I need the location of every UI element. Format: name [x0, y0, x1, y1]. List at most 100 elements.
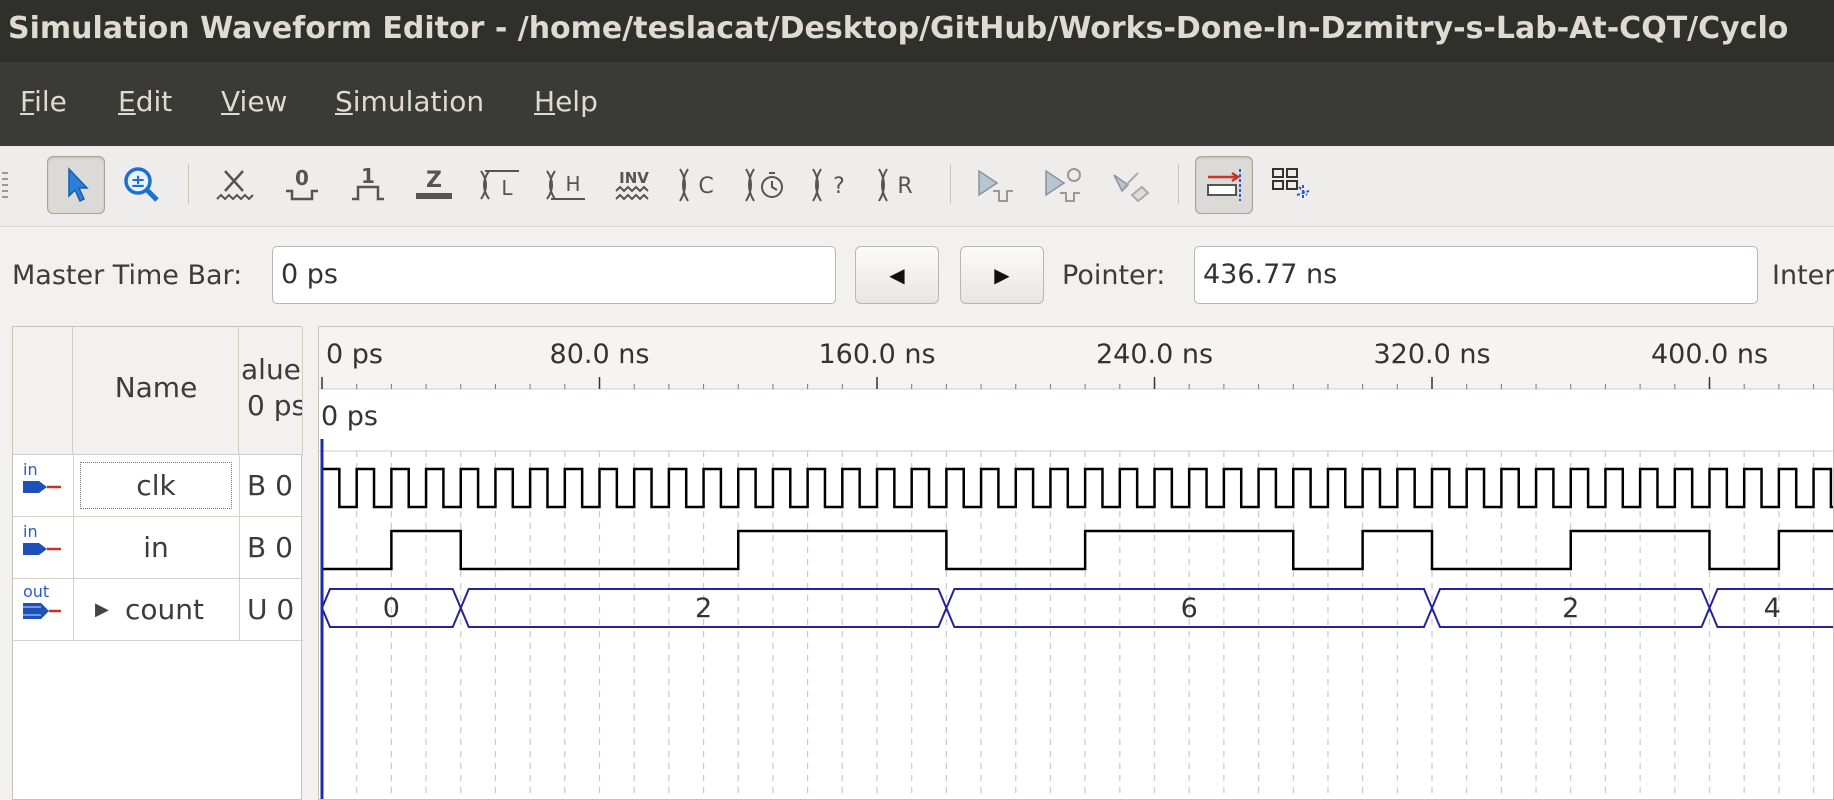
- toolbar-separator: [188, 164, 189, 204]
- output-bus-icon: out: [19, 579, 69, 640]
- signal-name: count: [125, 593, 204, 626]
- forcing-unknown-button[interactable]: [206, 156, 264, 214]
- waveform-canvas[interactable]: 0 ps 80.0 ns 160.0 ns 240.0 ns 320.0 ns 400.0…: [319, 327, 1834, 800]
- generate-netlist-icon: [1113, 172, 1150, 203]
- count-bus-value: 4: [1764, 593, 1781, 624]
- arbitrary-value-icon: R: [878, 168, 913, 202]
- invert-button[interactable]: INV: [605, 156, 663, 214]
- svg-text:0: 0: [295, 166, 309, 190]
- run-timing-simulation-button[interactable]: [1035, 156, 1093, 214]
- signal-row-in[interactable]: in in B 0: [13, 517, 303, 579]
- arrow-right-icon: ▶: [994, 263, 1010, 287]
- svg-text:Z: Z: [426, 168, 442, 193]
- toolbar-grip[interactable]: [2, 172, 8, 198]
- selection-tool-button[interactable]: [47, 156, 105, 214]
- pointer-field[interactable]: 436.77 ns: [1194, 246, 1758, 304]
- master-time-bar-label: Master Time Bar:: [12, 260, 243, 291]
- signal-name: in: [143, 531, 169, 564]
- svg-text:in: in: [23, 522, 38, 541]
- ruler-tick-label: 320.0 ns: [1373, 339, 1490, 370]
- signal-name: clk: [73, 455, 239, 516]
- header-name-label: Name: [114, 371, 198, 404]
- header-value-time: 0 ps: [247, 389, 303, 422]
- signal-row-count[interactable]: out ▶ count U 0: [13, 579, 303, 641]
- time-bar: Master Time Bar: 0 ps ◀ ▶ Pointer: 436.7…: [0, 226, 1834, 326]
- ruler-tick-label: 240.0 ns: [1096, 339, 1213, 370]
- svg-text:R: R: [897, 174, 912, 199]
- svg-text:±: ±: [130, 171, 145, 192]
- forcing-low-button[interactable]: 0: [273, 156, 331, 214]
- waveform-pane[interactable]: 0 ps 80.0 ns 160.0 ns 240.0 ns 320.0 ns 400.0…: [318, 326, 1834, 800]
- zoom-tool-button[interactable]: ±: [113, 156, 171, 214]
- cursor-time-label: 0 ps: [321, 401, 378, 432]
- next-transition-button[interactable]: ▶: [960, 246, 1044, 304]
- arrow-left-icon: ◀: [889, 263, 905, 287]
- forcing-low-icon: 0: [286, 166, 318, 201]
- menu-view[interactable]: View: [221, 82, 287, 122]
- svg-text:INV: INV: [619, 169, 649, 187]
- signal-list: Name alue 0 ps in clk B 0 in in B 0 out …: [12, 326, 303, 800]
- clk-waveform[interactable]: [320, 467, 1834, 509]
- group-icon: [1272, 168, 1310, 199]
- menu-bar: File Edit View Simulation Help: [0, 62, 1834, 146]
- svg-text:?: ?: [833, 174, 845, 199]
- count-bus-value: 6: [1181, 593, 1198, 624]
- high-impedance-icon: Z: [416, 168, 452, 199]
- interval-label: Inter: [1772, 260, 1834, 291]
- svg-text:C: C: [698, 174, 713, 199]
- ruler-tick-label: 400.0 ns: [1651, 339, 1768, 370]
- random-value-button[interactable]: ?: [804, 156, 862, 214]
- snap-to-grid-icon: [1207, 169, 1241, 201]
- ruler-tick-label: 0 ps: [326, 339, 383, 370]
- svg-text:L: L: [501, 176, 513, 200]
- svg-text:H: H: [565, 172, 580, 196]
- svg-text:out: out: [23, 582, 49, 601]
- previous-transition-button[interactable]: ◀: [855, 246, 939, 304]
- signal-row-clk[interactable]: in clk B 0: [13, 455, 303, 517]
- toolbar: ± 0 1 Z L H INV C ? R: [0, 146, 1834, 227]
- run-functional-simulation-icon: [978, 169, 1013, 202]
- signal-value: U 0: [247, 593, 295, 626]
- signal-value: B 0: [247, 531, 293, 564]
- weak-high-button[interactable]: H: [538, 156, 596, 214]
- menu-edit[interactable]: Edit: [118, 82, 172, 122]
- count-bus-value: 2: [695, 593, 712, 624]
- svg-text:in: in: [23, 460, 38, 479]
- window-title-bar: Simulation Waveform Editor - /home/tesla…: [0, 0, 1834, 62]
- count-value-icon: C: [679, 168, 714, 202]
- toolbar-separator: [950, 164, 951, 204]
- invert-icon: INV: [615, 169, 649, 201]
- forcing-high-button[interactable]: 1: [339, 156, 397, 214]
- zoom-tool-icon: ±: [124, 167, 159, 202]
- weak-low-icon: L: [480, 170, 519, 200]
- run-timing-simulation-icon: [1045, 168, 1081, 202]
- input-pin-icon: in: [19, 455, 69, 516]
- count-value-button[interactable]: C: [671, 156, 729, 214]
- time-ruler[interactable]: [319, 327, 1834, 389]
- menu-simulation[interactable]: Simulation: [335, 82, 484, 122]
- clock-overwrite-button[interactable]: [737, 156, 795, 214]
- weak-high-icon: H: [546, 170, 585, 200]
- input-pin-icon: in: [19, 517, 69, 578]
- high-impedance-button[interactable]: Z: [405, 156, 463, 214]
- generate-netlist-button[interactable]: [1101, 156, 1159, 214]
- ruler-tick-label: 80.0 ns: [550, 339, 650, 370]
- weak-low-button[interactable]: L: [472, 156, 530, 214]
- signal-value: B 0: [247, 469, 293, 502]
- snap-to-grid-button[interactable]: [1195, 156, 1253, 214]
- expand-arrow-icon[interactable]: ▶: [95, 579, 125, 640]
- window-title: Simulation Waveform Editor - /home/tesla…: [8, 11, 1789, 46]
- header-value-column[interactable]: alue 0 ps: [239, 327, 303, 455]
- header-type-column[interactable]: [13, 327, 73, 455]
- in-waveform[interactable]: [322, 529, 1834, 571]
- run-functional-simulation-button[interactable]: [968, 156, 1026, 214]
- group-button[interactable]: [1262, 156, 1320, 214]
- header-name-column[interactable]: Name: [73, 327, 239, 455]
- arbitrary-value-button[interactable]: R: [870, 156, 928, 214]
- forcing-unknown-icon: [216, 170, 254, 201]
- menu-file[interactable]: File: [20, 82, 67, 122]
- master-time-bar-field[interactable]: 0 ps: [272, 246, 836, 304]
- pointer-label: Pointer:: [1062, 260, 1166, 291]
- menu-help[interactable]: Help: [534, 82, 598, 122]
- toolbar-separator: [1178, 164, 1179, 204]
